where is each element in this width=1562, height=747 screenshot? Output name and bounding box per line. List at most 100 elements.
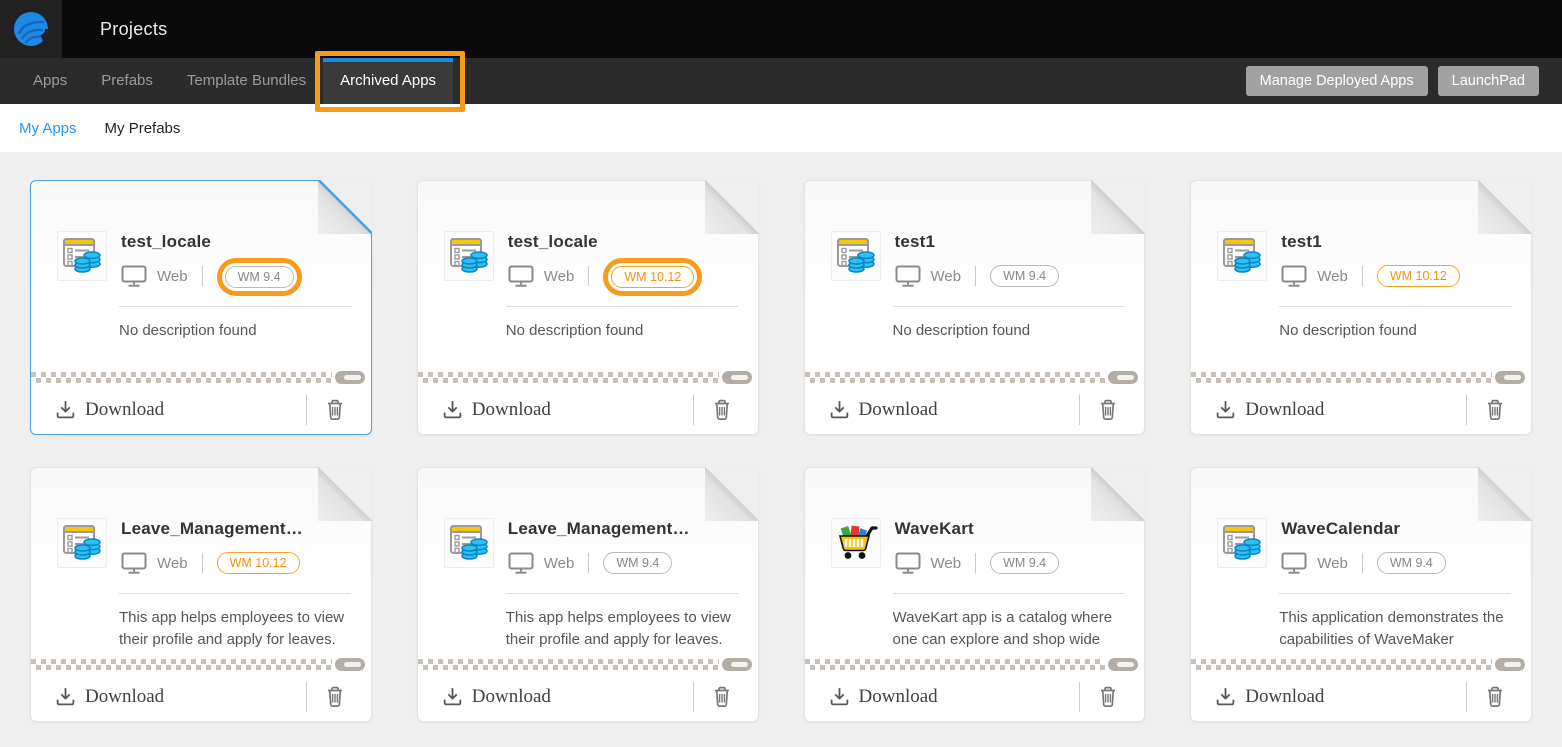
content-area: test_locale Web WM 9.4 No description fo… bbox=[0, 152, 1562, 722]
app-cards-grid: test_locale Web WM 9.4 No description fo… bbox=[30, 180, 1532, 722]
zipper-teeth bbox=[31, 372, 332, 383]
trash-icon bbox=[1098, 685, 1118, 708]
footer-separator bbox=[306, 682, 307, 712]
download-button[interactable]: Download bbox=[55, 399, 306, 421]
trash-icon bbox=[1098, 398, 1118, 421]
delete-button[interactable] bbox=[700, 685, 744, 708]
download-button[interactable]: Download bbox=[1215, 399, 1466, 421]
zipper-graphic bbox=[418, 657, 758, 671]
wavemaker-logo-icon bbox=[12, 10, 50, 48]
trash-icon bbox=[1485, 685, 1505, 708]
download-button[interactable]: Download bbox=[829, 399, 1080, 421]
zipper-pull-icon bbox=[722, 371, 752, 384]
folded-corner bbox=[1478, 180, 1532, 234]
download-icon bbox=[829, 686, 850, 707]
platform-label: Web bbox=[931, 268, 962, 285]
delete-button[interactable] bbox=[700, 398, 744, 421]
nav-tab-apps[interactable]: Apps bbox=[16, 58, 84, 104]
nav-tab-prefabs[interactable]: Prefabs bbox=[84, 58, 170, 104]
app-description: This application demonstrates the capabi… bbox=[1279, 607, 1511, 651]
sub-nav: My Apps My Prefabs bbox=[0, 104, 1562, 152]
top-nav: AppsPrefabsTemplate BundlesArchived Apps… bbox=[0, 58, 1562, 104]
monitor-icon bbox=[1281, 552, 1307, 574]
zipper-teeth bbox=[1191, 372, 1492, 383]
folded-corner bbox=[705, 180, 759, 234]
nav-actions: Manage Deployed Apps LaunchPad bbox=[1246, 58, 1562, 104]
delete-button[interactable] bbox=[1086, 398, 1130, 421]
card-divider bbox=[1279, 306, 1511, 307]
zipper-teeth bbox=[805, 372, 1106, 383]
download-icon bbox=[55, 399, 76, 420]
zipper-pull-icon bbox=[1108, 658, 1138, 671]
version-badge: WM 9.4 bbox=[990, 265, 1059, 287]
app-card[interactable]: WaveCalendar Web WM 9.4 This application bbox=[1190, 467, 1532, 722]
zipper-pull-icon bbox=[335, 658, 365, 671]
nav-button-manage-deployed-apps[interactable]: Manage Deployed Apps bbox=[1246, 66, 1428, 96]
delete-button[interactable] bbox=[313, 398, 357, 421]
download-button[interactable]: Download bbox=[442, 686, 693, 708]
app-card[interactable]: test_locale Web WM 9.4 No description fo… bbox=[30, 180, 372, 435]
app-description: No description found bbox=[119, 320, 351, 342]
app-window-database-icon bbox=[57, 518, 107, 568]
download-button[interactable]: Download bbox=[1215, 686, 1466, 708]
trash-icon bbox=[325, 398, 345, 421]
app-window-database-icon bbox=[1217, 518, 1267, 568]
card-divider bbox=[506, 593, 738, 594]
delete-button[interactable] bbox=[1473, 398, 1517, 421]
wavemaker-logo[interactable] bbox=[0, 0, 62, 58]
subtab-my-apps[interactable]: My Apps bbox=[19, 120, 77, 137]
page-title: Projects bbox=[100, 19, 167, 40]
download-icon bbox=[829, 399, 850, 420]
app-card[interactable]: test_locale Web WM 10.12 No description … bbox=[417, 180, 759, 435]
card-divider bbox=[119, 593, 351, 594]
trash-icon bbox=[712, 685, 732, 708]
zipper-teeth bbox=[1191, 659, 1492, 670]
app-title: test1 bbox=[895, 232, 1060, 252]
zipper-teeth bbox=[418, 372, 719, 383]
nav-button-launchpad[interactable]: LaunchPad bbox=[1438, 66, 1539, 96]
version-badge: WM 9.4 bbox=[1377, 552, 1446, 574]
platform-label: Web bbox=[1317, 268, 1348, 285]
zipper-graphic bbox=[1191, 370, 1531, 384]
nav-tab-template-bundles[interactable]: Template Bundles bbox=[170, 58, 323, 104]
zipper-pull-icon bbox=[1495, 658, 1525, 671]
monitor-icon bbox=[895, 552, 921, 574]
download-button[interactable]: Download bbox=[829, 686, 1080, 708]
card-divider bbox=[119, 306, 351, 307]
nav-tab-archived-apps[interactable]: Archived Apps bbox=[323, 58, 453, 104]
app-card[interactable]: test1 Web WM 9.4 No description found bbox=[804, 180, 1146, 435]
subtab-my-prefabs[interactable]: My Prefabs bbox=[105, 120, 181, 137]
download-label: Download bbox=[85, 399, 164, 421]
app-card[interactable]: Leave_Management… Web WM 9.4 This app he… bbox=[417, 467, 759, 722]
download-button[interactable]: Download bbox=[55, 686, 306, 708]
meta-separator bbox=[588, 266, 589, 286]
zipper-graphic bbox=[31, 370, 371, 384]
zipper-pull-icon bbox=[335, 371, 365, 384]
zipper-pull-icon bbox=[1108, 371, 1138, 384]
monitor-icon bbox=[508, 552, 534, 574]
delete-button[interactable] bbox=[1086, 685, 1130, 708]
app-description: This app helps employees to view their p… bbox=[506, 607, 738, 651]
zipper-graphic bbox=[805, 370, 1145, 384]
folded-corner bbox=[705, 467, 759, 521]
version-badge: WM 10.12 bbox=[217, 552, 300, 574]
app-card[interactable]: test1 Web WM 10.12 No description found bbox=[1190, 180, 1532, 435]
footer-separator bbox=[1079, 682, 1080, 712]
download-icon bbox=[442, 399, 463, 420]
folded-corner bbox=[318, 467, 372, 521]
app-title: test_locale bbox=[121, 232, 302, 252]
app-card[interactable]: Leave_Management… Web WM 10.12 This app … bbox=[30, 467, 372, 722]
card-divider bbox=[506, 306, 738, 307]
annotation-ring: WM 10.12 bbox=[603, 258, 702, 296]
download-label: Download bbox=[472, 686, 551, 708]
app-title: Leave_Management… bbox=[508, 519, 690, 539]
download-button[interactable]: Download bbox=[442, 399, 693, 421]
delete-button[interactable] bbox=[313, 685, 357, 708]
trash-icon bbox=[712, 398, 732, 421]
download-label: Download bbox=[859, 399, 938, 421]
version-badge: WM 10.12 bbox=[611, 266, 694, 288]
delete-button[interactable] bbox=[1473, 685, 1517, 708]
app-card[interactable]: WaveKart Web WM 9.4 WaveKart app is a ca… bbox=[804, 467, 1146, 722]
platform-label: Web bbox=[544, 268, 575, 285]
footer-separator bbox=[1466, 395, 1467, 425]
